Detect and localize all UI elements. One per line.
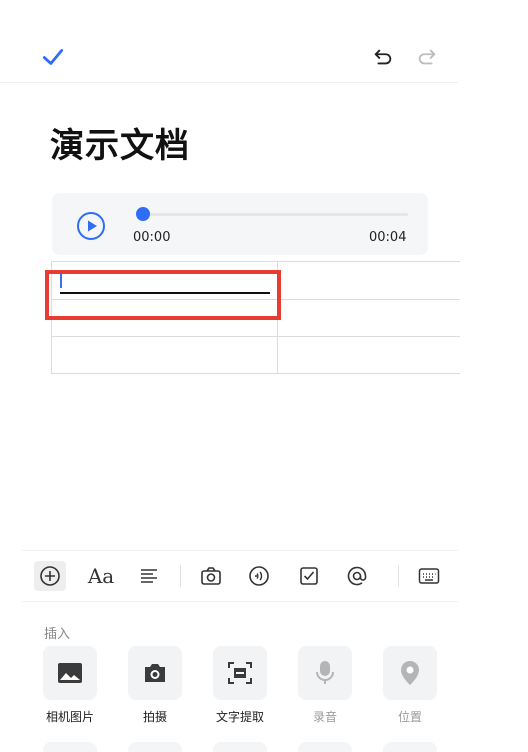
table-row-divider <box>52 336 460 337</box>
insert-text-scan-label: 文字提取 <box>215 710 264 724</box>
highlight-box <box>45 270 281 320</box>
audio-player: 00:00 00:04 <box>52 193 428 255</box>
next-row-item <box>213 742 267 752</box>
insert-image-button[interactable] <box>43 646 97 700</box>
microphone-icon <box>316 661 334 684</box>
next-row-item <box>383 742 437 752</box>
next-row-item <box>128 742 182 752</box>
insert-record-button[interactable] <box>298 646 352 700</box>
keyboard-icon[interactable] <box>416 563 442 589</box>
top-bar <box>0 0 458 83</box>
redo-icon[interactable] <box>416 46 438 68</box>
audio-progress-track[interactable] <box>140 213 408 216</box>
toolbar-separator <box>398 565 399 587</box>
next-row-item <box>298 742 352 752</box>
insert-camera-button[interactable] <box>128 646 182 700</box>
audio-time-current: 00:00 <box>133 230 171 245</box>
format-toolbar: Aa <box>22 550 458 602</box>
align-icon[interactable] <box>136 563 162 589</box>
audio-icon[interactable] <box>246 563 272 589</box>
audio-time-total: 00:04 <box>369 230 407 245</box>
insert-location-button[interactable] <box>383 646 437 700</box>
camera-icon[interactable] <box>198 563 224 589</box>
audio-progress-knob[interactable] <box>136 207 150 221</box>
mention-icon[interactable] <box>344 563 370 589</box>
insert-image-label: 相机图片 <box>45 710 94 724</box>
add-icon[interactable] <box>34 561 66 591</box>
document-title[interactable]: 演示文档 <box>50 118 190 167</box>
insert-location-label: 位置 <box>397 710 422 724</box>
play-icon[interactable] <box>76 211 106 241</box>
image-icon <box>58 663 82 683</box>
check-icon[interactable] <box>40 44 66 70</box>
insert-camera-label: 拍摄 <box>142 710 167 724</box>
camera-icon <box>145 664 165 682</box>
insert-record-label: 录音 <box>312 710 337 724</box>
font-style-icon[interactable]: Aa <box>86 563 116 589</box>
next-row-item <box>43 742 97 752</box>
text-scan-icon <box>228 662 252 684</box>
checkbox-icon[interactable] <box>296 563 322 589</box>
insert-section-label: 插入 <box>44 627 71 642</box>
location-icon <box>401 661 419 685</box>
insert-text-scan-button[interactable] <box>213 646 267 700</box>
font-style-label: Aa <box>87 564 115 588</box>
toolbar-separator <box>180 565 181 587</box>
undo-icon[interactable] <box>372 46 394 68</box>
